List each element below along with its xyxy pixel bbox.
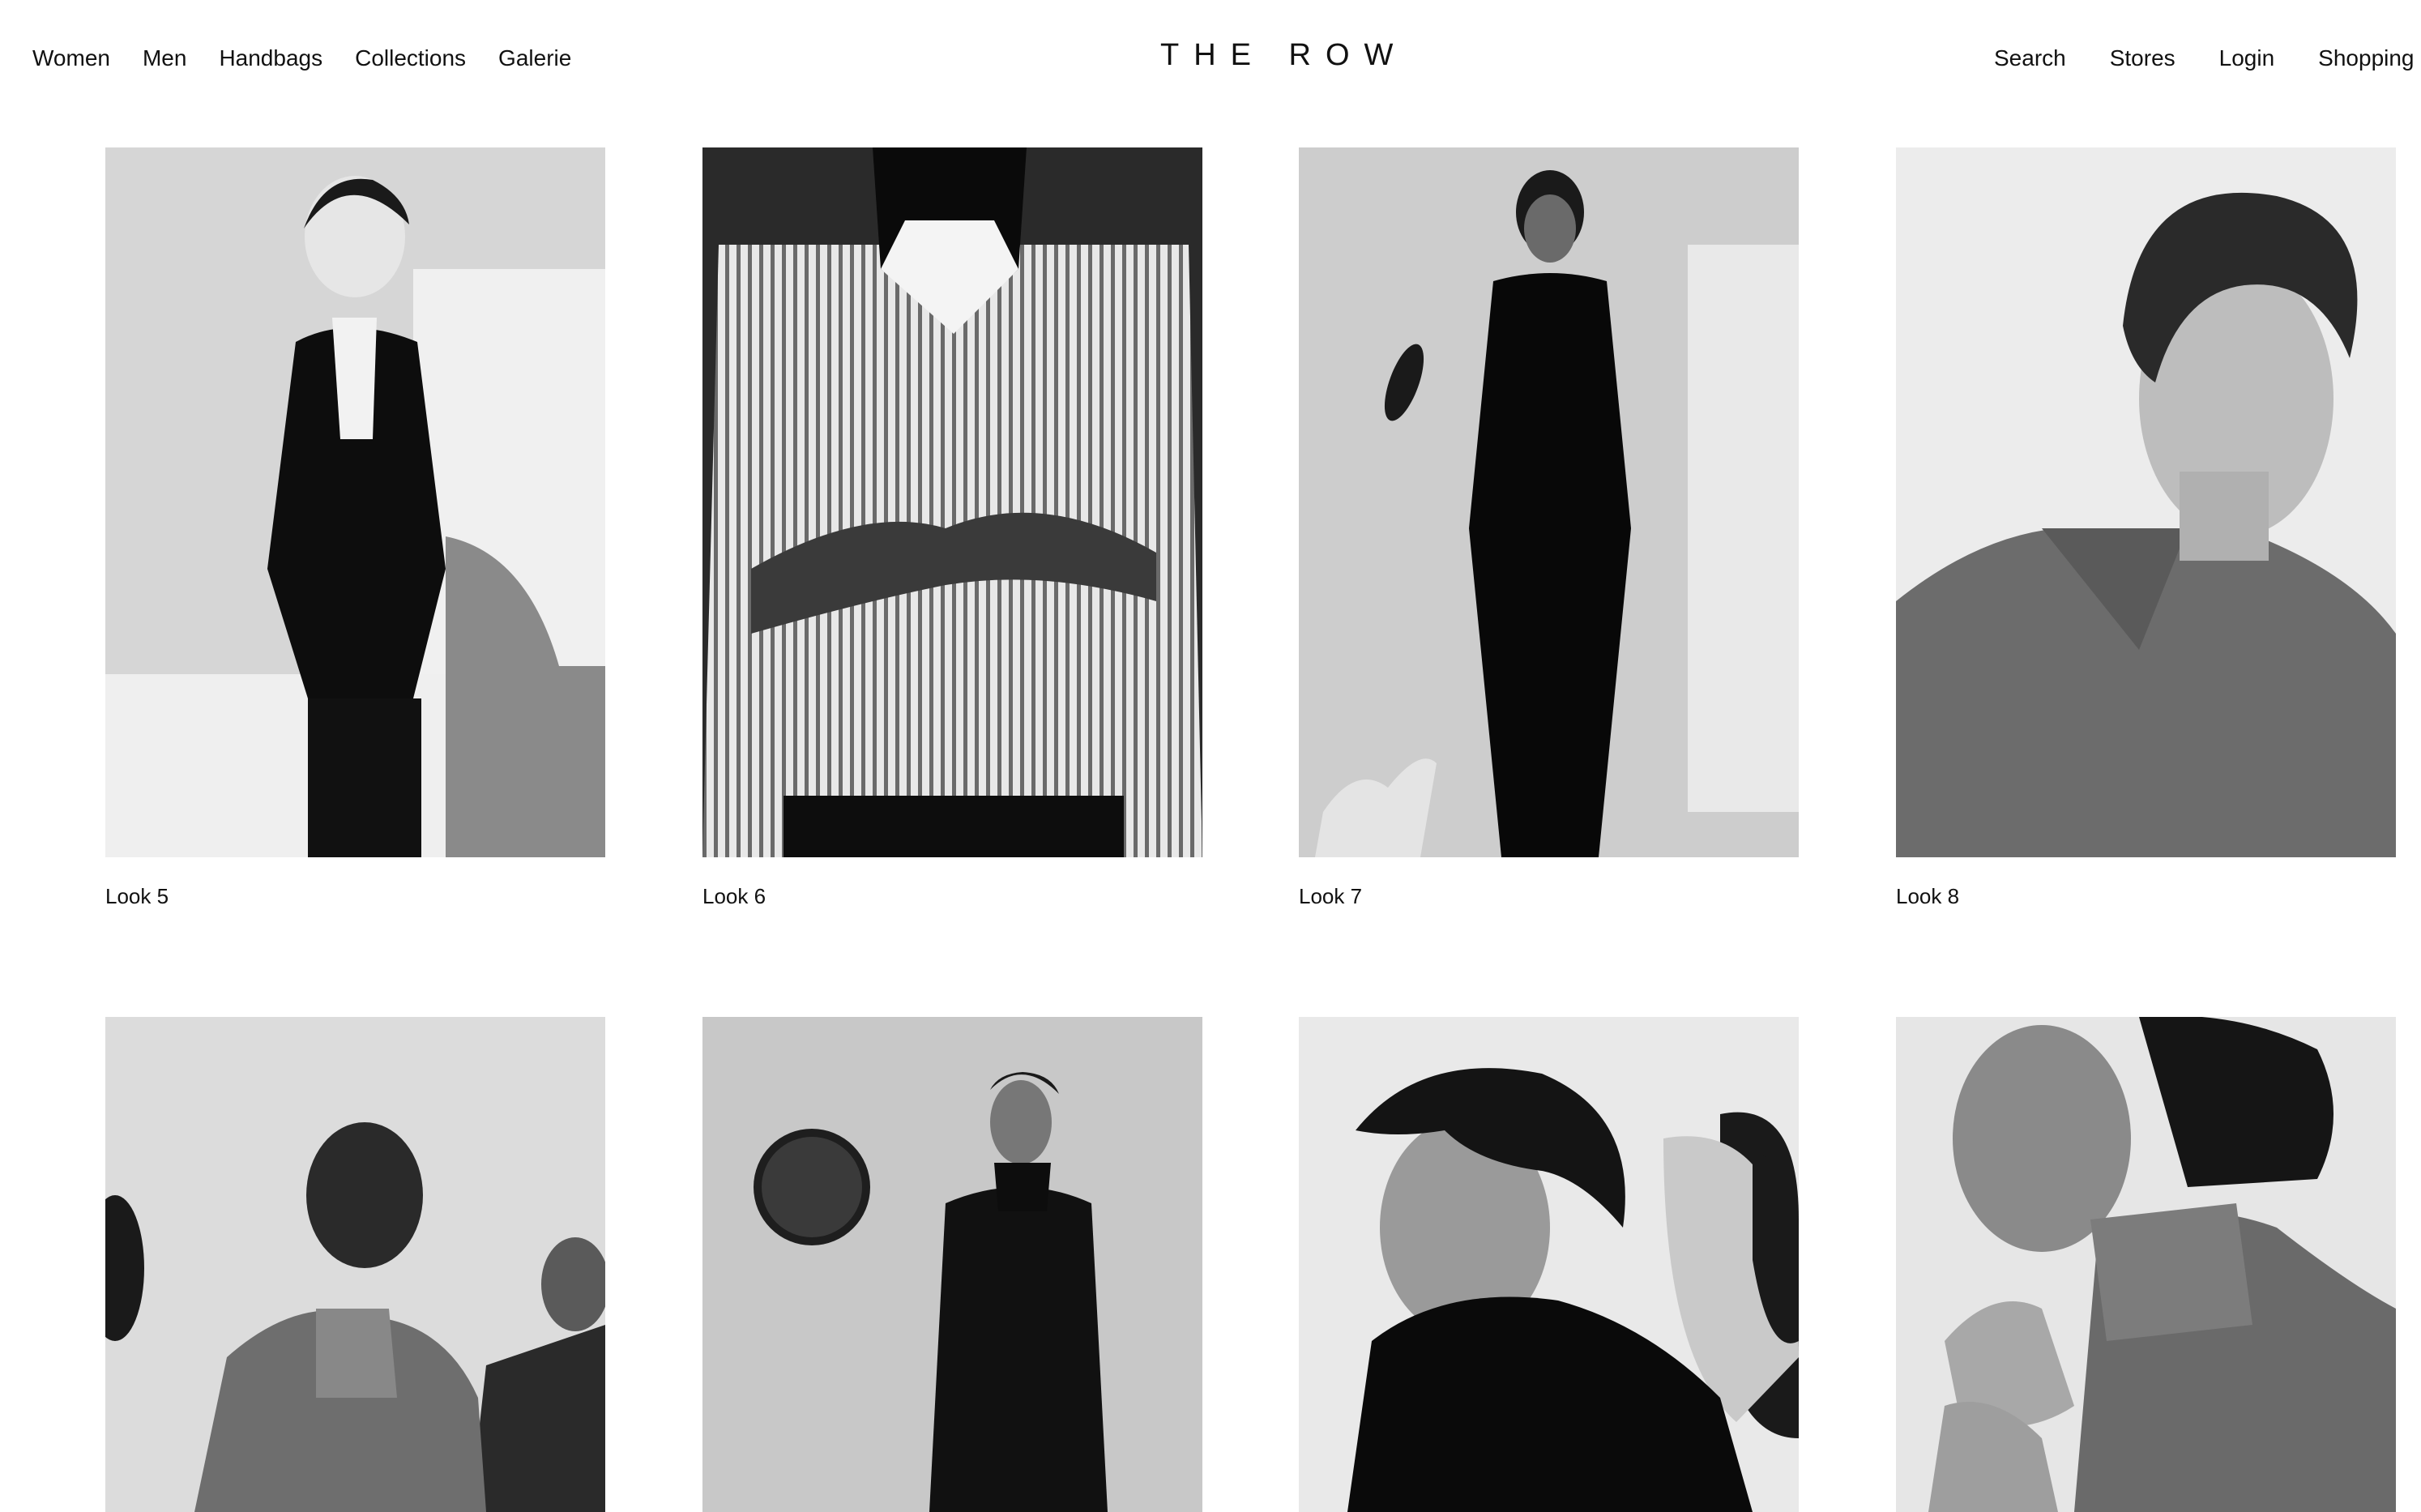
look-label[interactable]: Look 7 — [1299, 882, 1362, 910]
look-image[interactable] — [1299, 1017, 1799, 1512]
look-image[interactable] — [105, 1017, 605, 1512]
nav-men[interactable]: Men — [143, 42, 186, 75]
nav-galerie[interactable]: Galerie — [498, 42, 571, 75]
nav-shopping-bag[interactable]: Shopping ba — [2318, 42, 2421, 75]
look-image[interactable] — [1299, 147, 1799, 857]
nav-stores[interactable]: Stores — [2110, 42, 2175, 75]
nav-login[interactable]: Login — [2219, 42, 2275, 75]
main-nav: Women Men Handbags Collections Galerie — [32, 42, 571, 75]
brand-logo[interactable]: THE ROW — [1160, 36, 1407, 75]
look-label[interactable]: Look 6 — [702, 882, 766, 910]
look-image[interactable] — [1896, 1017, 2396, 1512]
utility-nav: Search Stores Login Shopping ba — [1994, 42, 2421, 75]
look-image[interactable] — [702, 147, 1202, 857]
look-label[interactable]: Look 8 — [1896, 882, 1959, 910]
look-label[interactable]: Look 5 — [105, 882, 169, 910]
nav-handbags[interactable]: Handbags — [219, 42, 322, 75]
nav-search[interactable]: Search — [1994, 42, 2066, 75]
site-header: Women Men Handbags Collections Galerie T… — [0, 0, 2421, 122]
nav-women[interactable]: Women — [32, 42, 110, 75]
look-image[interactable] — [1896, 147, 2396, 857]
look-image[interactable] — [702, 1017, 1202, 1512]
nav-collections[interactable]: Collections — [355, 42, 466, 75]
look-image[interactable] — [105, 147, 605, 857]
